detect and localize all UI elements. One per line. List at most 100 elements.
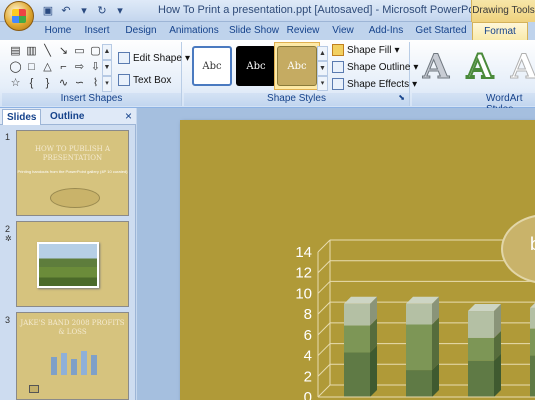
- connector-shape-icon[interactable]: ⌐: [56, 60, 71, 75]
- landscape-photo: [37, 242, 99, 288]
- thumb-title: HOW TO PUBLISH A PRESENTATION: [34, 145, 111, 162]
- slide-chart[interactable]: 0 2 4 6 8 10 12 14: [180, 120, 535, 400]
- wordart-style-green-outline[interactable]: A: [460, 46, 500, 88]
- qat-dropdown-icon[interactable]: ▾: [76, 3, 92, 19]
- shape-styles-label-text: Shape Styles: [267, 93, 326, 104]
- mini-chart: [51, 351, 97, 375]
- oval-shape-icon[interactable]: ◯: [8, 60, 23, 75]
- gridline-depth: [317, 343, 331, 356]
- tab-view[interactable]: View: [328, 22, 358, 40]
- slide-editing-area: 0 2 4 6 8 10 12 14 b: [137, 108, 535, 400]
- shape-effects-button[interactable]: Shape Effects ▾: [332, 78, 417, 90]
- down-arrow-shape-icon[interactable]: ⇩: [88, 60, 103, 75]
- gridline-depth: [317, 239, 331, 253]
- slides-pane: Slides Outline × 1 HOW TO PUBLISH A PRES…: [0, 108, 136, 400]
- triangle-shape-icon[interactable]: △: [40, 60, 55, 75]
- bar-side: [370, 345, 377, 397]
- tab-slides[interactable]: Slides: [2, 109, 42, 125]
- curve-shape-icon[interactable]: ∿: [56, 76, 71, 91]
- rect2-shape-icon[interactable]: □: [24, 60, 39, 75]
- right-arrow-shape-icon[interactable]: ⇨: [72, 60, 87, 75]
- y-tick-label: 12: [295, 265, 312, 282]
- scroll-down-icon[interactable]: ▼: [102, 60, 112, 76]
- text-box-button[interactable]: Text Box: [118, 74, 171, 86]
- arrow-shape-icon[interactable]: ↘: [56, 44, 71, 59]
- office-logo-icon: [12, 9, 26, 23]
- brace-shape-icon[interactable]: }: [40, 76, 55, 91]
- wordart-style-white[interactable]: A: [504, 46, 535, 88]
- scroll-up-icon[interactable]: ▲: [102, 44, 112, 60]
- bar-segment: [530, 355, 535, 397]
- y-tick-label: 10: [295, 285, 312, 302]
- bar-segment: [406, 303, 432, 325]
- shape-style-gold[interactable]: Abc: [277, 46, 317, 86]
- edit-shape-label: Edit Shape: [133, 52, 182, 64]
- rectangle-shape-icon[interactable]: ▭: [72, 44, 87, 59]
- slide-thumbnail-1[interactable]: HOW TO PUBLISH A PRESENTATION Printing h…: [16, 130, 129, 216]
- line-shape-icon[interactable]: ╲: [40, 44, 55, 59]
- vertical-textbox-shape-icon[interactable]: ▥: [24, 44, 39, 59]
- rounded-rect-shape-icon[interactable]: ▢: [88, 44, 103, 59]
- save-icon[interactable]: ▣: [40, 3, 56, 19]
- edit-shape-button[interactable]: Edit Shape ▾: [118, 52, 190, 64]
- current-slide[interactable]: 0 2 4 6 8 10 12 14 b: [180, 120, 535, 400]
- freeform-shape-icon[interactable]: ⌇: [88, 76, 103, 91]
- bar-segment: [406, 324, 432, 371]
- star-shape-icon[interactable]: ☆: [8, 76, 23, 91]
- title-bar: ▣ ↶ ▾ ↻ ▾ How To Print a presentation.pp…: [0, 0, 535, 31]
- y-tick-label: 6: [304, 327, 312, 344]
- scroll-up-icon[interactable]: ▲: [317, 46, 328, 61]
- customize-qat-icon[interactable]: ▾: [112, 3, 128, 19]
- shape-style-white[interactable]: Abc: [192, 46, 232, 86]
- undo-icon[interactable]: ↶: [58, 3, 74, 19]
- wordart-style-gray[interactable]: A: [416, 46, 456, 88]
- redo-icon[interactable]: ↻: [94, 3, 110, 19]
- shape-effects-label: Shape Effects: [347, 78, 410, 90]
- bar-segment: [468, 311, 494, 338]
- shape-fill-button[interactable]: Shape Fill ▾: [332, 44, 400, 56]
- bar-segment: [344, 303, 370, 326]
- tab-add-ins[interactable]: Add-Ins: [366, 22, 406, 40]
- scroll-down-icon[interactable]: ▼: [317, 61, 328, 76]
- animation-icon: ✲: [5, 234, 12, 243]
- tab-home[interactable]: Home: [40, 22, 76, 40]
- shape-styles-scroll: ▲ ▼ ▾: [317, 46, 328, 91]
- y-tick-label: 4: [304, 348, 312, 365]
- slide-thumbnail-2[interactable]: [16, 221, 129, 307]
- insert-shapes-group: ▤ ▥ ╲ ↘ ▭ ▢ ◯ □ △ ⌐ ⇨ ⇩ ☆ { } ∿ ∽ ⌇ ▲ ▼ …: [2, 42, 190, 106]
- bracket-shape-icon[interactable]: {: [24, 76, 39, 91]
- tab-get-started[interactable]: Get Started: [414, 22, 468, 40]
- slide-thumbnail-3[interactable]: JAKE'S BAND 2008 PROFITS & LOSS: [16, 312, 129, 400]
- shape-style-black[interactable]: Abc: [236, 46, 276, 86]
- more-styles-icon[interactable]: ▾: [317, 76, 328, 91]
- shape-styles-label: Shape Styles ⬊: [184, 93, 409, 106]
- sound-icon: [29, 385, 39, 393]
- textbox-shape-icon[interactable]: ▤: [8, 44, 23, 59]
- wave-shape-icon[interactable]: ∽: [72, 76, 87, 91]
- text-box-label: Text Box: [133, 74, 172, 86]
- thumb-title: JAKE'S BAND 2008 PROFITS & LOSS: [20, 319, 125, 336]
- tab-outline[interactable]: Outline: [46, 109, 88, 125]
- tab-animations[interactable]: Animations: [168, 22, 220, 40]
- bar-segment: [406, 370, 432, 397]
- dialog-launcher-icon[interactable]: ⬊: [398, 93, 405, 102]
- gridline-depth: [317, 301, 331, 315]
- bar-segment: [468, 337, 494, 361]
- tab-insert[interactable]: Insert: [80, 22, 114, 40]
- tab-design[interactable]: Design: [122, 22, 160, 40]
- tab-review[interactable]: Review: [286, 22, 320, 40]
- bar-segment: [530, 307, 535, 329]
- shape-outline-button[interactable]: Shape Outline ▾: [332, 61, 418, 73]
- swatch-text: Abc: [246, 60, 266, 72]
- close-icon[interactable]: ×: [125, 109, 132, 123]
- tab-slide-show[interactable]: Slide Show: [228, 22, 280, 40]
- ribbon-tabs: Home Insert Design Animations Slide Show…: [0, 22, 535, 41]
- slide-number: 3: [5, 315, 11, 325]
- tab-format[interactable]: Format: [472, 22, 528, 41]
- quick-access-toolbar: ▣ ↶ ▾ ↻ ▾: [38, 3, 128, 19]
- callout-text: b: [530, 234, 535, 255]
- more-shapes-icon[interactable]: ▾: [102, 76, 112, 92]
- y-tick-label: 0: [304, 389, 312, 400]
- office-button[interactable]: [4, 1, 34, 31]
- shape-styles-group: Abc Abc Abc ▲ ▼ ▾ Shape Fill ▾ Shape Out…: [184, 42, 418, 106]
